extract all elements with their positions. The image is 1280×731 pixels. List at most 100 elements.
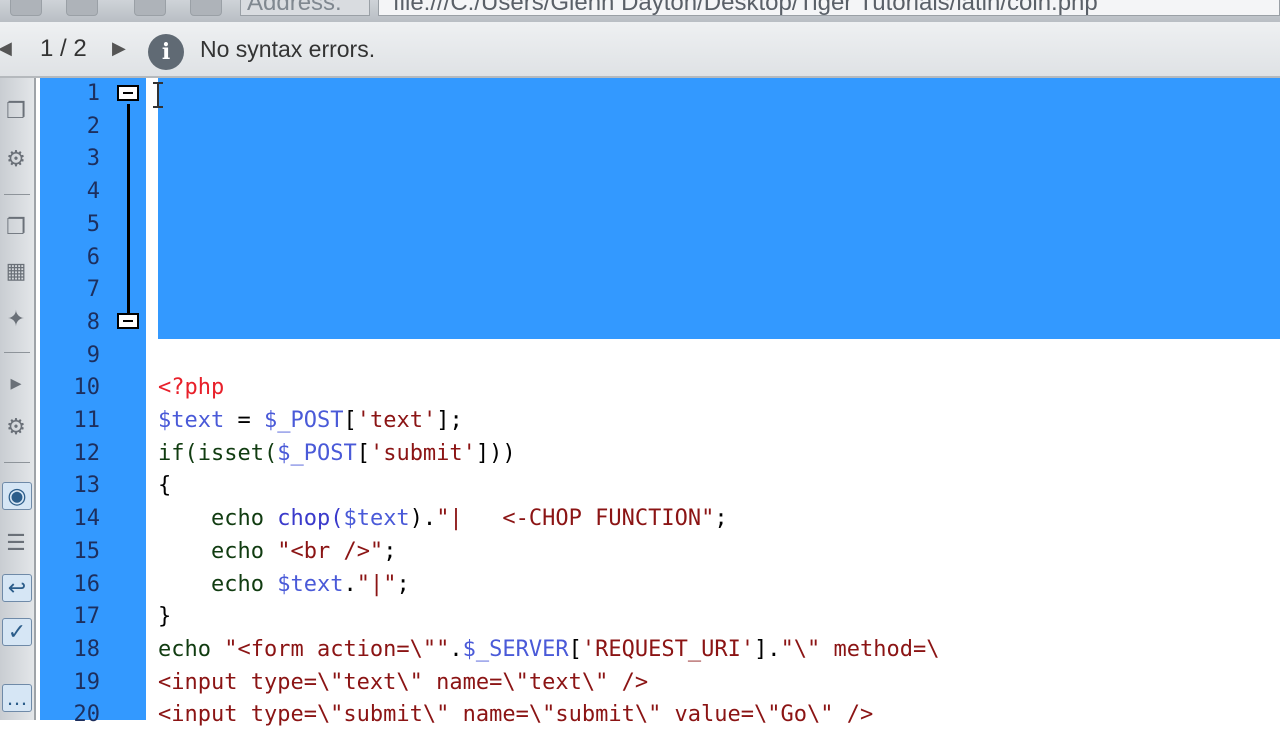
- gear-icon[interactable]: ⚙: [2, 146, 30, 172]
- line-number: 12: [73, 440, 101, 466]
- info-icon: i: [148, 34, 184, 70]
- file-icon[interactable]: ❐: [2, 98, 30, 124]
- code-line: echo chop($text)."| <-CHOP FUNCTION";: [158, 503, 728, 535]
- code-token: [: [343, 408, 357, 433]
- code-token: 'REQUEST_URI': [581, 636, 755, 662]
- text-selection: [158, 78, 1280, 339]
- line-number: 17: [73, 604, 101, 630]
- code-line: }: [158, 601, 171, 633]
- line-number: 18: [73, 636, 101, 662]
- code-token: {: [158, 473, 172, 499]
- line-number: 20: [73, 702, 101, 728]
- address-bar: Address: file:///C:/Users/Glenn Dayton/D…: [0, 0, 1280, 22]
- code-token: $_POST: [263, 408, 344, 433]
- next-error-icon[interactable]: ▶: [112, 38, 126, 59]
- line-number: 2: [86, 113, 100, 139]
- line-number: 11: [73, 408, 101, 433]
- code-line: {: [158, 470, 171, 502]
- line-number: 8: [86, 309, 100, 335]
- tree-icon[interactable]: ☰: [2, 530, 30, 556]
- code-line: echo $text."|";: [158, 569, 410, 601]
- toolbar-divider: [4, 352, 30, 353]
- settings-icon[interactable]: ⚙: [2, 414, 30, 440]
- code-token: $text: [158, 408, 225, 433]
- syntax-check-toolbar: ◀ 1 / 2 ▶ i No syntax errors.: [0, 22, 1280, 78]
- forward-button[interactable]: [66, 0, 98, 16]
- code-token: <input type=\"submit\" name=\"submit\" v…: [158, 702, 874, 728]
- code-token: "|": [356, 571, 397, 597]
- tag-icon[interactable]: ▸: [2, 370, 30, 396]
- toolbar-divider: [4, 194, 30, 195]
- wand-icon[interactable]: ✦: [2, 306, 30, 332]
- address-label: Address:: [240, 0, 370, 16]
- code-token: <?php: [158, 375, 225, 401]
- gutter-margin: [146, 78, 158, 720]
- code-token: ].: [754, 636, 781, 662]
- code-line: echo "<form action=\"".$_SERVER['REQUEST…: [158, 634, 940, 666]
- previous-error-icon[interactable]: ◀: [0, 38, 12, 59]
- code-token: [: [356, 440, 370, 466]
- back-button[interactable]: [10, 0, 42, 16]
- code-token: chop(: [277, 506, 344, 532]
- code-token: <input type=\"text\" name=\"text\" />: [158, 669, 649, 695]
- code-line: <input type=\"text\" name=\"text\" />: [158, 667, 648, 699]
- code-token: $text: [343, 506, 410, 532]
- code-line: <input type=\"submit\" name=\"submit\" v…: [158, 699, 873, 731]
- preview-icon[interactable]: ◉: [2, 482, 32, 510]
- code-token: .: [343, 571, 357, 597]
- code-token: echo: [158, 636, 225, 662]
- line-number: 19: [73, 669, 101, 695]
- line-number: 6: [86, 244, 100, 270]
- code-token: 'submit': [369, 440, 476, 466]
- code-line: echo "<br />";: [158, 536, 396, 568]
- code-token: $_POST: [277, 440, 357, 466]
- syntax-status-message: No syntax errors.: [200, 36, 376, 62]
- line-number: 4: [86, 179, 100, 205]
- line-number: 9: [86, 342, 100, 368]
- code-token: 'text': [356, 408, 437, 433]
- code-line: <?php: [158, 372, 224, 404]
- address-input[interactable]: file:///C:/Users/Glenn Dayton/Desktop/Ti…: [378, 0, 1280, 16]
- code-token: ;: [383, 538, 397, 564]
- code-token: ];: [436, 408, 463, 433]
- code-token: }: [158, 604, 172, 630]
- code-line: $text = $_POST['text'];: [158, 405, 463, 437]
- code-token: .: [449, 636, 463, 662]
- line-number: 10: [73, 375, 101, 401]
- toolbar-divider: [4, 462, 30, 463]
- code-token: echo: [158, 571, 278, 597]
- code-token: ;: [714, 506, 728, 532]
- code-line: if(isset($_POST['submit'])): [158, 438, 516, 470]
- code-token: $_SERVER: [462, 636, 569, 662]
- code-token: echo: [158, 506, 278, 532]
- line-number: 3: [86, 146, 100, 172]
- code-token: "\" method=\: [780, 636, 940, 662]
- fold-region-line: [127, 104, 130, 314]
- home-button[interactable]: [190, 0, 222, 16]
- stop-button[interactable]: [134, 0, 166, 16]
- comment-icon[interactable]: …: [2, 684, 32, 712]
- line-number: 1: [86, 81, 100, 106]
- code-token: [: [568, 636, 582, 662]
- wrap-icon[interactable]: ↩: [2, 574, 32, 602]
- line-number: 13: [73, 473, 101, 499]
- code-token: ])): [475, 440, 516, 466]
- snippet-icon[interactable]: ❐: [2, 214, 30, 240]
- line-number: 7: [86, 277, 100, 303]
- code-token: if(isset(: [158, 440, 278, 466]
- code-token: "<br />": [277, 538, 384, 564]
- fold-toggle-icon[interactable]: [117, 85, 139, 101]
- text-cursor-icon: [153, 82, 163, 108]
- line-number: 16: [73, 571, 101, 597]
- code-token: =: [224, 408, 264, 433]
- code-token: ).: [409, 506, 437, 532]
- code-token: echo: [158, 538, 278, 564]
- grid-icon[interactable]: ▦: [2, 258, 30, 284]
- line-number: 14: [73, 506, 101, 532]
- line-number: 15: [73, 538, 101, 564]
- code-token: "<form action=\"": [224, 636, 450, 662]
- code-token: ;: [396, 571, 410, 597]
- code-token: $text: [277, 571, 344, 597]
- fold-toggle-icon[interactable]: [117, 313, 139, 329]
- validate-icon[interactable]: ✓: [2, 618, 32, 646]
